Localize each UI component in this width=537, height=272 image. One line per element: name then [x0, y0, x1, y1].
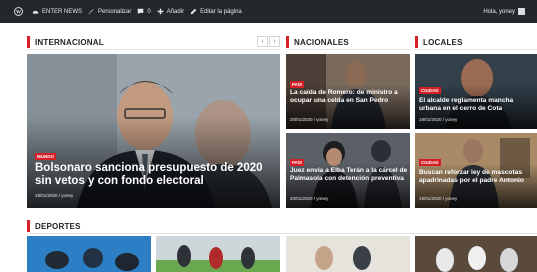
edit-page-link[interactable]: Editar la página	[190, 8, 242, 15]
sports-thumbnail[interactable]	[156, 236, 280, 272]
post-meta: 19/01/2020 / yoney	[35, 193, 73, 198]
carousel-prev-button[interactable]: ‹	[257, 36, 268, 47]
add-new-label: Añadir	[166, 8, 185, 15]
section-divider	[27, 49, 280, 50]
post-author[interactable]: yoney	[316, 117, 328, 122]
comments-link[interactable]: 0	[137, 8, 151, 15]
post-meta: 20/01/2020 / yoney	[290, 196, 328, 201]
section-title: DEPORTES	[35, 221, 81, 231]
section-divider	[415, 49, 537, 50]
section-header-nacionales: NACIONALES	[286, 35, 349, 49]
section-header-locales: LOCALES	[415, 35, 463, 49]
sports-thumbnail[interactable]	[415, 236, 537, 272]
post-meta: 19/01/2020 / yoney	[419, 117, 457, 122]
section-header-internacional: INTERNACIONAL	[27, 35, 104, 49]
news-card-title[interactable]: Buscan reforzar ley de mascotas apadrina…	[419, 169, 535, 184]
chevron-right-icon: ›	[273, 38, 276, 45]
section-accent-bar	[415, 36, 418, 48]
customize-label: Personalizar	[98, 8, 132, 15]
news-card[interactable]: PAÍS Juez envía a Elba Terán a la cárcel…	[286, 133, 410, 208]
dashboard-icon	[32, 10, 39, 14]
wordpress-icon: W	[14, 7, 23, 16]
category-badge[interactable]: PAÍS	[290, 159, 305, 166]
post-date: 19/01/2020	[419, 196, 442, 201]
category-badge[interactable]: CIUDAD	[419, 87, 441, 94]
section-title: INTERNACIONAL	[35, 37, 104, 47]
section-accent-bar	[27, 36, 30, 48]
news-card-title[interactable]: El alcalde reglamenta mancha urbana en e…	[419, 97, 535, 112]
post-author[interactable]: yoney	[445, 196, 457, 201]
sports-thumbnail-image	[156, 236, 280, 272]
comment-icon	[138, 8, 144, 15]
section-accent-bar	[27, 220, 30, 232]
add-new-link[interactable]: Añadir	[157, 8, 184, 15]
post-author[interactable]: yoney	[316, 196, 328, 201]
customize-link[interactable]: Personalizar	[88, 8, 131, 15]
main-story-title[interactable]: Bolsonaro sanciona presupuesto de 2020 s…	[35, 162, 270, 188]
news-card[interactable]: PAÍS La caída de Romero: de ministro a o…	[286, 54, 410, 129]
admin-bar: W ENTER NEWS Personalizar 0 Añadir Edita…	[0, 0, 537, 23]
section-accent-bar	[286, 36, 289, 48]
site-name-label: ENTER NEWS	[42, 8, 83, 15]
post-author[interactable]: yoney	[445, 117, 457, 122]
post-meta: 20/01/2020 / yoney	[290, 117, 328, 122]
sports-thumbnail[interactable]	[286, 236, 410, 272]
plus-icon	[157, 8, 164, 15]
sports-thumbnail-image	[27, 236, 151, 272]
category-badge[interactable]: CIUDAD	[419, 159, 441, 166]
section-title: LOCALES	[423, 37, 463, 47]
sports-thumbnail[interactable]	[27, 236, 151, 272]
main-story-card[interactable]: MUNDO Bolsonaro sanciona presupuesto de …	[27, 54, 280, 208]
news-card[interactable]: CIUDAD El alcalde reglamenta mancha urba…	[415, 54, 537, 129]
post-date: 20/01/2020	[290, 196, 313, 201]
greeting-label: Hola, yoney	[483, 8, 515, 15]
section-header-deportes: DEPORTES	[27, 219, 81, 233]
sports-thumbnail-image	[415, 236, 537, 272]
post-meta: 19/01/2020 / yoney	[419, 196, 457, 201]
wordpress-logo-button[interactable]: W	[14, 7, 26, 16]
site-name-link[interactable]: ENTER NEWS	[32, 8, 82, 15]
svg-text:W: W	[16, 10, 21, 15]
pencil-icon	[190, 8, 197, 15]
post-author[interactable]: yoney	[61, 193, 73, 198]
news-card[interactable]: CIUDAD Buscan reforzar ley de mascotas a…	[415, 133, 537, 208]
edit-page-label: Editar la página	[200, 8, 242, 15]
section-divider	[286, 49, 410, 50]
post-date: 20/01/2020	[290, 117, 313, 122]
brush-icon	[88, 8, 95, 15]
post-date: 19/01/2020	[35, 193, 58, 198]
category-badge[interactable]: MUNDO	[35, 153, 56, 160]
sports-thumbnail-image	[286, 236, 410, 272]
category-badge[interactable]: PAÍS	[290, 81, 305, 88]
section-title: NACIONALES	[294, 37, 349, 47]
section-divider	[27, 233, 537, 234]
chevron-left-icon: ‹	[261, 38, 264, 45]
news-card-title[interactable]: Juez envía a Elba Terán a la cárcel de P…	[290, 167, 408, 182]
news-card-title[interactable]: La caída de Romero: de ministro a ocupar…	[290, 89, 408, 104]
carousel-next-button[interactable]: ›	[269, 36, 280, 47]
post-date: 19/01/2020	[419, 117, 442, 122]
avatar	[518, 8, 525, 15]
user-account-menu[interactable]: Hola, yoney	[483, 0, 525, 23]
comments-count: 0	[147, 8, 151, 15]
